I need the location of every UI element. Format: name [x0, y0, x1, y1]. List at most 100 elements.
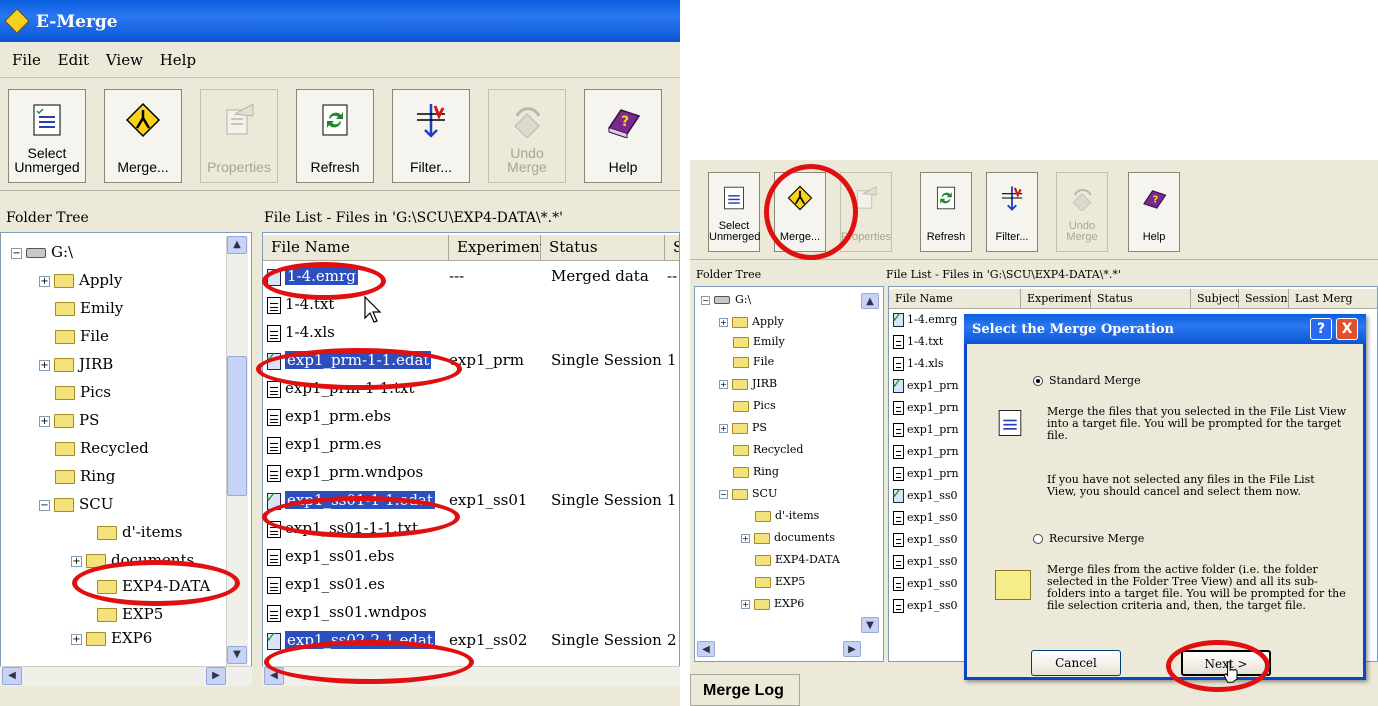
column-subject[interactable]: Subject — [1191, 289, 1239, 309]
file-row[interactable]: 1-4.xls — [893, 357, 944, 377]
filter-button[interactable]: Filter... — [986, 172, 1038, 252]
file-row[interactable]: exp1_ss01.wndpos — [267, 603, 679, 629]
expand-icon[interactable]: + — [71, 633, 82, 645]
expand-icon[interactable]: + — [741, 533, 750, 543]
menu-file[interactable]: File — [12, 51, 41, 69]
folder-tree[interactable]: − G:\ + Apply Emily File + JIRB Pics + PS Re… — [0, 232, 252, 686]
tree-node-ps[interactable]: + PS — [39, 411, 99, 437]
file-list-horizontal-scrollbar[interactable]: ◀ — [262, 666, 680, 686]
file-row[interactable]: exp1_prm-1-1.txt — [267, 379, 679, 405]
filter-button[interactable]: Filter... — [392, 89, 470, 183]
tree-node-jirb[interactable]: + JIRB — [719, 377, 777, 397]
menu-help[interactable]: Help — [160, 51, 196, 69]
column-file-name[interactable]: File Name — [889, 289, 1021, 309]
scroll-down-icon[interactable]: ▼ — [861, 617, 879, 633]
file-row[interactable]: exp1_ss0 — [893, 533, 958, 553]
file-row[interactable]: 1-4.txt — [267, 295, 679, 321]
file-row[interactable]: exp1_prm.ebs — [267, 407, 679, 433]
merge-log-tab[interactable]: Merge Log — [690, 674, 800, 706]
standard-merge-radio[interactable] — [1033, 376, 1043, 386]
file-row[interactable]: exp1_ss0 — [893, 577, 958, 597]
recursive-merge-option[interactable]: Recursive Merge — [1033, 532, 1144, 545]
tree-node-d-items[interactable]: d'-items — [97, 523, 182, 549]
tree-node-apply[interactable]: + Apply — [39, 271, 122, 297]
file-row[interactable]: 1-4.emrg — [891, 310, 957, 333]
undo-merge-button[interactable]: Undo Merge — [1056, 172, 1108, 252]
properties-button[interactable]: Properties — [840, 172, 892, 252]
collapse-icon[interactable]: − — [719, 489, 728, 499]
tree-node-ring[interactable]: Ring — [55, 467, 115, 493]
tree-node-exp6[interactable]: + EXP6 — [741, 597, 804, 617]
file-row[interactable]: exp1_ss0 — [893, 599, 958, 619]
tree-node-emily[interactable]: Emily — [733, 335, 785, 355]
tree-node-jirb[interactable]: + JIRB — [39, 355, 113, 381]
column-session[interactable]: Session — [1239, 289, 1289, 309]
refresh-button[interactable]: Refresh — [920, 172, 972, 252]
tree-node-ps[interactable]: + PS — [719, 421, 767, 441]
tree-node-scu[interactable]: − SCU — [719, 487, 777, 507]
scroll-right-icon[interactable]: ▶ — [206, 667, 226, 685]
expand-icon[interactable]: + — [39, 415, 50, 427]
folder-tree[interactable]: − G:\ + Apply Emily File + JIRB Pics + PS Re… — [694, 286, 884, 662]
scroll-up-icon[interactable]: ▲ — [861, 293, 879, 309]
column-file-name[interactable]: File Name — [263, 235, 449, 261]
file-row[interactable]: exp1_prn — [893, 467, 959, 487]
tree-node-documents[interactable]: + documents — [71, 551, 194, 577]
tree-node-exp6[interactable]: + EXP6 — [71, 629, 152, 655]
scroll-up-icon[interactable]: ▲ — [227, 236, 247, 254]
scroll-left-icon[interactable]: ◀ — [697, 641, 715, 657]
tree-node-apply[interactable]: + Apply — [719, 315, 784, 335]
select-unmerged-button[interactable]: Select Unmerged — [708, 172, 760, 252]
scroll-left-icon[interactable]: ◀ — [2, 667, 22, 685]
merge-button[interactable]: Merge... — [774, 172, 826, 252]
cancel-button[interactable]: Cancel — [1031, 650, 1121, 676]
tree-node-recycled[interactable]: Recycled — [733, 443, 803, 463]
file-row[interactable]: exp1_prn — [893, 401, 959, 421]
expand-icon[interactable]: + — [71, 555, 82, 567]
file-row[interactable]: exp1_ss02-2-1.edat exp1_ss02 Single Sessio… — [265, 630, 679, 657]
column-last-merge[interactable]: Last Merg — [1289, 289, 1377, 309]
expand-icon[interactable]: + — [39, 275, 50, 287]
tree-node-d-items[interactable]: d'-items — [755, 509, 819, 529]
file-row[interactable]: exp1_ss01.ebs — [267, 547, 679, 573]
tree-node-exp4-data[interactable]: EXP4-DATA — [97, 577, 210, 603]
standard-merge-option[interactable]: Standard Merge — [1033, 374, 1141, 387]
scroll-thumb[interactable] — [227, 356, 247, 496]
file-row[interactable]: exp1_prn — [891, 376, 959, 399]
properties-button[interactable]: Properties — [200, 89, 278, 183]
tree-node-recycled[interactable]: Recycled — [55, 439, 149, 465]
tree-node-documents[interactable]: + documents — [741, 531, 835, 551]
file-row[interactable]: exp1_ss0 — [893, 555, 958, 575]
merge-button[interactable]: Merge... — [104, 89, 182, 183]
help-button[interactable]: ? Help — [1128, 172, 1180, 252]
file-row[interactable]: exp1_prn — [893, 445, 959, 465]
tree-node-exp5[interactable]: EXP5 — [97, 605, 163, 631]
menu-view[interactable]: View — [106, 51, 143, 69]
collapse-icon[interactable]: − — [701, 295, 710, 305]
file-list[interactable]: File Name Experiment Status S 1-4.emrg --… — [262, 232, 680, 686]
scroll-down-icon[interactable]: ▼ — [227, 646, 247, 664]
recursive-merge-radio[interactable] — [1033, 534, 1043, 544]
close-icon[interactable]: X — [1336, 318, 1358, 340]
tree-vertical-scrollbar[interactable]: ▲ ▼ — [226, 236, 248, 666]
scroll-right-icon[interactable]: ▶ — [843, 641, 861, 657]
expand-icon[interactable]: + — [741, 599, 750, 609]
tree-node-exp4-data[interactable]: EXP4-DATA — [755, 553, 840, 573]
file-row[interactable]: exp1_ss01-1-1.txt — [267, 519, 679, 545]
file-row[interactable]: exp1_ss01.es — [267, 575, 679, 601]
file-row[interactable]: exp1_ss01-1-1.edat exp1_ss01 Single Sessio… — [265, 490, 679, 517]
tree-node-pics[interactable]: Pics — [55, 383, 111, 409]
file-row[interactable]: exp1_prn — [893, 423, 959, 443]
scroll-left-icon[interactable]: ◀ — [264, 667, 284, 685]
undo-merge-button[interactable]: Undo Merge — [488, 89, 566, 183]
column-experiment[interactable]: Experiment — [449, 235, 546, 261]
file-row[interactable]: exp1_prm-1-1.edat exp1_prm Single Session 1 — [265, 350, 679, 377]
expand-icon[interactable]: + — [39, 359, 50, 371]
tree-node-scu[interactable]: − SCU — [39, 495, 113, 521]
file-row[interactable]: exp1_ss0 — [891, 486, 958, 509]
help-icon[interactable]: ? — [1310, 318, 1332, 340]
help-button[interactable]: ? Help — [584, 89, 662, 183]
file-row[interactable]: 1-4.xls — [267, 323, 679, 349]
collapse-icon[interactable]: − — [11, 247, 22, 259]
column-status[interactable]: Status — [1091, 289, 1191, 309]
